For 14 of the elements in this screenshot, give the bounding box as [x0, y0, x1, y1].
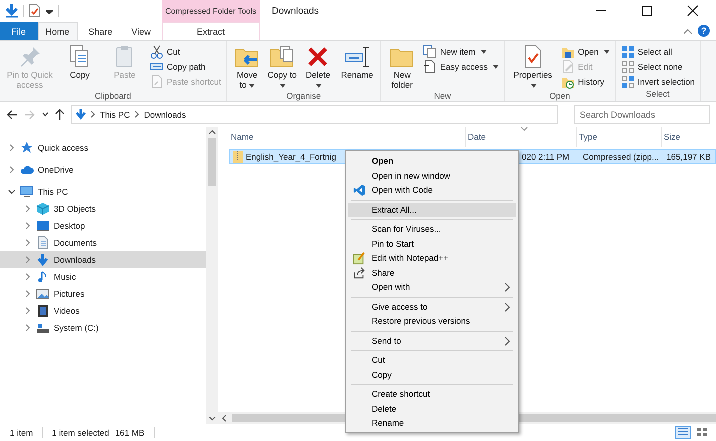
group-label: Clipboard [94, 91, 132, 101]
group-label: New [433, 91, 452, 101]
status-text: 1 item selected [52, 428, 110, 438]
contextual-tab-group-label: Compressed Folder Tools [162, 0, 260, 22]
group-label: Open [548, 91, 572, 101]
status-text: 1 item [10, 428, 34, 438]
table-cell: English_Year_4_Fortnig [246, 152, 336, 162]
group-label: Select [645, 89, 671, 101]
table-cell: 020 2:11 PM [522, 152, 570, 162]
table-cell: 165,197 KB [666, 152, 711, 162]
status-text: 161 MB [115, 428, 145, 438]
table-cell: Compressed (zipp... [583, 152, 660, 162]
window-title: Downloads [271, 4, 320, 18]
group-label: Organise [286, 91, 322, 101]
